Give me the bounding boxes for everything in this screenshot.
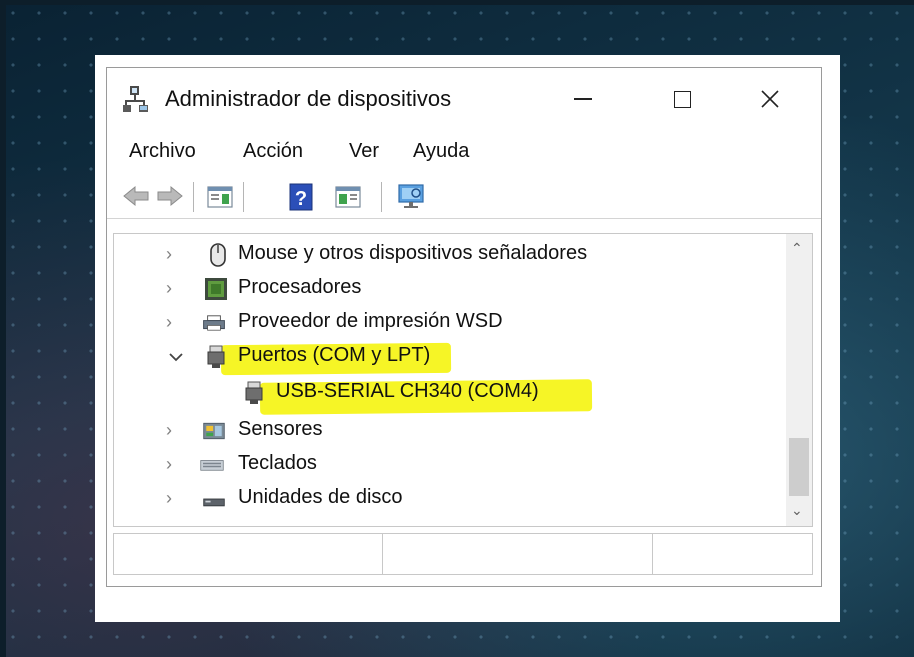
tree-item-label: Puertos (COM y LPT) <box>238 344 431 366</box>
tree-item-sensores[interactable]: › Sensores <box>114 414 784 448</box>
collapse-chevron-icon[interactable] <box>168 352 184 362</box>
device-manager-window: Administrador de dispositivos Archivo Ac… <box>106 67 822 587</box>
tree-item-puertos[interactable]: Puertos (COM y LPT) <box>114 340 784 374</box>
update-driver-icon[interactable] <box>333 182 363 210</box>
tree-item-label: Procesadores <box>238 276 362 298</box>
port-icon <box>245 381 263 404</box>
tree-item-label: Mouse y otros dispositivos señaladores <box>238 242 588 264</box>
tree-item-label: USB-SERIAL CH340 (COM4) <box>276 380 539 402</box>
tree-item-label: Teclados <box>238 452 317 474</box>
keyboard-icon <box>200 460 224 471</box>
image-border-top <box>0 0 914 5</box>
expand-chevron-icon[interactable]: › <box>166 278 172 299</box>
tree-item-teclados[interactable]: › Teclados <box>114 448 784 482</box>
window-title: Administrador de dispositivos <box>165 86 452 111</box>
expand-chevron-icon[interactable]: › <box>166 420 172 441</box>
back-arrow-icon[interactable] <box>121 182 151 210</box>
tree-item-unidades-disco[interactable]: › Unidades de disco <box>114 482 784 516</box>
tree-item-label: Unidades de disco <box>238 486 403 508</box>
device-tree[interactable]: › Mouse y otros dispositivos señaladores… <box>113 233 813 527</box>
forward-arrow-icon[interactable] <box>155 182 185 210</box>
tree-item-proveedor-wsd[interactable]: › Proveedor de impresión WSD <box>114 306 784 340</box>
tree-item-usb-serial-ch340[interactable]: USB-SERIAL CH340 (COM4) <box>114 376 784 410</box>
close-icon <box>761 90 779 108</box>
status-divider <box>382 534 383 574</box>
image-border-left <box>0 0 6 657</box>
menu-ver[interactable]: Ver <box>349 140 379 163</box>
sensor-icon <box>203 422 225 440</box>
tree-item-mouse[interactable]: › Mouse y otros dispositivos señaladores <box>114 238 784 272</box>
expand-chevron-icon[interactable]: › <box>166 454 172 475</box>
expand-chevron-icon[interactable]: › <box>166 488 172 509</box>
mouse-icon <box>210 243 226 267</box>
minimize-icon <box>574 98 592 100</box>
properties-icon[interactable] <box>205 182 235 210</box>
minimize-button[interactable] <box>553 78 613 120</box>
toolbar-separator <box>193 182 194 212</box>
menu-ayuda[interactable]: Ayuda <box>413 140 469 163</box>
menu-bar: Archivo Acción Ver Ayuda <box>107 134 821 170</box>
help-icon[interactable]: ? <box>287 182 315 212</box>
status-bar <box>113 533 813 575</box>
tree-item-label: Sensores <box>238 418 323 440</box>
tree-item-label: Proveedor de impresión WSD <box>238 310 503 332</box>
status-divider <box>652 534 653 574</box>
vertical-scrollbar[interactable]: ⌃ ⌄ <box>786 234 812 526</box>
expand-chevron-icon[interactable]: › <box>166 312 172 333</box>
title-bar[interactable]: Administrador de dispositivos <box>107 68 821 130</box>
toolbar: ? <box>107 174 821 219</box>
scroll-down-icon[interactable]: ⌄ <box>791 502 803 519</box>
maximize-button[interactable] <box>652 78 712 120</box>
maximize-icon <box>673 90 691 108</box>
processor-icon <box>205 278 227 300</box>
disk-icon <box>203 498 225 507</box>
close-button[interactable] <box>740 78 800 120</box>
scroll-thumb[interactable] <box>789 438 809 496</box>
port-icon <box>207 345 225 368</box>
menu-archivo[interactable]: Archivo <box>129 140 196 163</box>
scroll-up-icon[interactable]: ⌃ <box>791 240 803 257</box>
scan-hardware-icon[interactable] <box>395 182 427 212</box>
toolbar-separator <box>381 182 382 212</box>
tree-item-procesadores[interactable]: › Procesadores <box>114 272 784 306</box>
printer-icon <box>203 315 225 331</box>
menu-accion[interactable]: Acción <box>243 140 303 163</box>
svg-text:?: ? <box>295 188 307 210</box>
expand-chevron-icon[interactable]: › <box>166 244 172 265</box>
toolbar-separator <box>243 182 244 212</box>
device-manager-icon <box>123 86 148 112</box>
